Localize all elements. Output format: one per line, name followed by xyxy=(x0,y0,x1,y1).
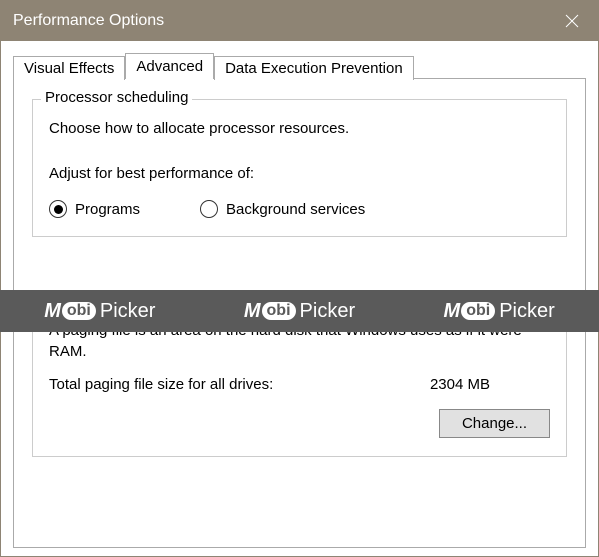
titlebar: Performance Options xyxy=(1,1,598,41)
paging-total-value: 2304 MB xyxy=(430,376,550,393)
change-button[interactable]: Change... xyxy=(439,409,550,438)
tab-visual-effects[interactable]: Visual Effects xyxy=(13,56,125,80)
tab-panel-advanced: Processor scheduling Choose how to alloc… xyxy=(13,78,586,548)
processor-scheduling-group: Processor scheduling Choose how to alloc… xyxy=(32,99,567,237)
radio-icon xyxy=(49,200,67,218)
close-button[interactable] xyxy=(546,1,598,41)
virtual-memory-legend: Virtual memory xyxy=(41,289,150,306)
radio-background-label: Background services xyxy=(226,201,365,218)
processor-scheduling-legend: Processor scheduling xyxy=(41,89,192,106)
virtual-memory-group: Virtual memory A paging file is an area … xyxy=(32,299,567,457)
radio-group-performance: Programs Background services xyxy=(49,200,550,218)
radio-background-services[interactable]: Background services xyxy=(200,200,365,218)
paging-file-size-row: Total paging file size for all drives: 2… xyxy=(49,376,550,393)
close-icon xyxy=(565,14,579,28)
tab-dep[interactable]: Data Execution Prevention xyxy=(214,56,414,80)
radio-programs[interactable]: Programs xyxy=(49,200,140,218)
radio-programs-label: Programs xyxy=(75,201,140,218)
adjust-label: Adjust for best performance of: xyxy=(49,165,550,182)
virtual-memory-description: A paging file is an area on the hard dis… xyxy=(49,320,550,362)
processor-scheduling-description: Choose how to allocate processor resourc… xyxy=(49,120,550,137)
paging-total-label: Total paging file size for all drives: xyxy=(49,376,273,393)
performance-options-window: Performance Options Visual Effects Advan… xyxy=(0,0,599,557)
radio-icon xyxy=(200,200,218,218)
tab-strip: Visual Effects Advanced Data Execution P… xyxy=(13,53,586,79)
window-title: Performance Options xyxy=(13,12,164,30)
client-area: Visual Effects Advanced Data Execution P… xyxy=(1,41,598,556)
tab-advanced[interactable]: Advanced xyxy=(125,53,214,79)
